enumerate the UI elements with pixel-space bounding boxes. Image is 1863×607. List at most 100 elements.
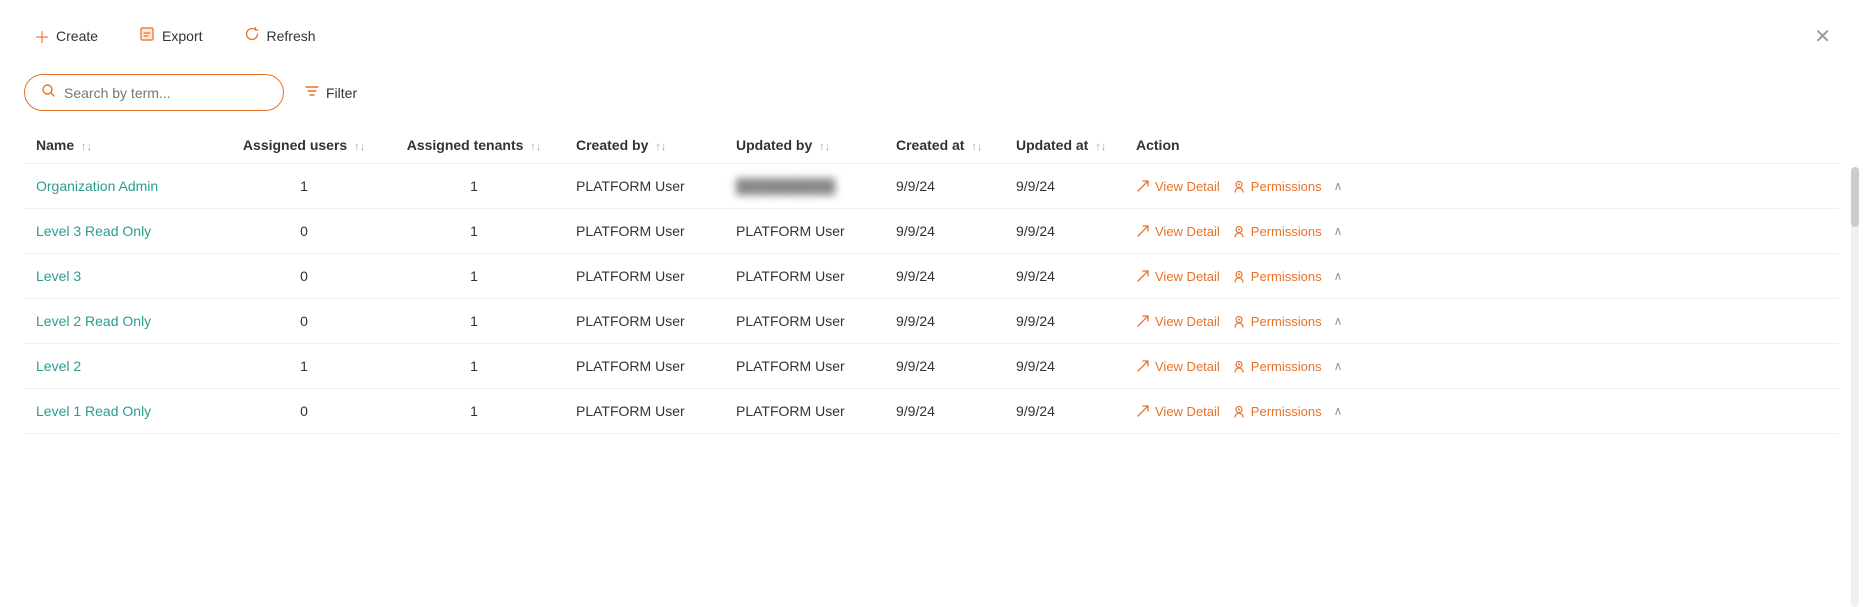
search-box bbox=[24, 74, 284, 111]
col-header-updatedby[interactable]: Updated by ↑↓ bbox=[724, 127, 884, 164]
sort-icon-name: ↑↓ bbox=[81, 141, 92, 153]
col-header-createdby[interactable]: Created by ↑↓ bbox=[564, 127, 724, 164]
filter-label: Filter bbox=[326, 85, 357, 101]
row-created-at: 9/9/24 bbox=[884, 299, 1004, 344]
row-created-at: 9/9/24 bbox=[884, 164, 1004, 209]
table-row: Level 301PLATFORM UserPLATFORM User9/9/2… bbox=[24, 254, 1839, 299]
chevron-up-icon: ∧ bbox=[1334, 179, 1343, 193]
action-cell: View Detail Permissions ∧ bbox=[1136, 404, 1827, 419]
row-action: View Detail Permissions ∧ bbox=[1124, 164, 1839, 209]
scrollbar-thumb[interactable] bbox=[1851, 167, 1859, 227]
col-header-tenants[interactable]: Assigned tenants ↑↓ bbox=[384, 127, 564, 164]
view-detail-button[interactable]: View Detail bbox=[1136, 404, 1220, 419]
row-updated-at: 9/9/24 bbox=[1004, 254, 1124, 299]
row-created-at: 9/9/24 bbox=[884, 344, 1004, 389]
sort-icon-createdby: ↑↓ bbox=[655, 141, 666, 153]
table-row: Organization Admin11PLATFORM User███████… bbox=[24, 164, 1839, 209]
row-updated-at: 9/9/24 bbox=[1004, 389, 1124, 434]
chevron-up-icon: ∧ bbox=[1334, 404, 1343, 418]
col-header-name[interactable]: Name ↑↓ bbox=[24, 127, 224, 164]
export-button[interactable]: Export bbox=[128, 19, 212, 54]
row-name[interactable]: Level 3 Read Only bbox=[24, 209, 224, 254]
row-updated-at: 9/9/24 bbox=[1004, 209, 1124, 254]
row-created-at: 9/9/24 bbox=[884, 389, 1004, 434]
row-name[interactable]: Level 2 Read Only bbox=[24, 299, 224, 344]
row-updated-by: PLATFORM User bbox=[724, 299, 884, 344]
view-detail-button[interactable]: View Detail bbox=[1136, 314, 1220, 329]
permissions-button[interactable]: Permissions bbox=[1232, 404, 1322, 419]
row-action: View Detail Permissions ∧ bbox=[1124, 209, 1839, 254]
action-cell: View Detail Permissions ∧ bbox=[1136, 269, 1827, 284]
col-header-action: Action bbox=[1124, 127, 1839, 164]
roles-table: Name ↑↓ Assigned users ↑↓ Assigned tenan… bbox=[24, 127, 1839, 434]
row-assigned-users: 1 bbox=[224, 344, 384, 389]
create-button[interactable]: ＋ Create bbox=[24, 18, 108, 54]
table-row: Level 2 Read Only01PLATFORM UserPLATFORM… bbox=[24, 299, 1839, 344]
view-detail-button[interactable]: View Detail bbox=[1136, 269, 1220, 284]
col-header-users[interactable]: Assigned users ↑↓ bbox=[224, 127, 384, 164]
table-row: Level 3 Read Only01PLATFORM UserPLATFORM… bbox=[24, 209, 1839, 254]
row-action: View Detail Permissions∧ bbox=[1124, 299, 1839, 344]
export-icon bbox=[138, 25, 156, 48]
row-created-by: PLATFORM User bbox=[564, 299, 724, 344]
row-assigned-tenants: 1 bbox=[384, 209, 564, 254]
row-created-by: PLATFORM User bbox=[564, 389, 724, 434]
col-header-createdat[interactable]: Created at ↑↓ bbox=[884, 127, 1004, 164]
action-cell: View Detail Permissions ∧ bbox=[1136, 179, 1827, 194]
view-detail-button[interactable]: View Detail bbox=[1136, 179, 1220, 194]
row-updated-by: PLATFORM User bbox=[724, 254, 884, 299]
row-assigned-tenants: 1 bbox=[384, 299, 564, 344]
chevron-up-icon: ∧ bbox=[1334, 359, 1343, 373]
permissions-button[interactable]: Permissions bbox=[1232, 224, 1322, 239]
row-name[interactable]: Organization Admin bbox=[24, 164, 224, 209]
row-updated-at: 9/9/24 bbox=[1004, 164, 1124, 209]
action-cell: View Detail Permissions ∧ bbox=[1136, 224, 1827, 239]
row-assigned-tenants: 1 bbox=[384, 164, 564, 209]
row-name[interactable]: Level 1 Read Only bbox=[24, 389, 224, 434]
row-assigned-users: 0 bbox=[224, 389, 384, 434]
row-created-at: 9/9/24 bbox=[884, 254, 1004, 299]
export-label: Export bbox=[162, 28, 202, 44]
chevron-up-icon: ∧ bbox=[1334, 224, 1343, 238]
row-updated-at: 9/9/24 bbox=[1004, 344, 1124, 389]
permissions-button[interactable]: Permissions bbox=[1232, 314, 1322, 329]
row-assigned-tenants: 1 bbox=[384, 254, 564, 299]
search-input[interactable] bbox=[64, 85, 267, 101]
row-created-by: PLATFORM User bbox=[564, 209, 724, 254]
row-created-by: PLATFORM User bbox=[564, 344, 724, 389]
permissions-button[interactable]: Permissions bbox=[1232, 269, 1322, 284]
create-label: Create bbox=[56, 28, 98, 44]
scrollbar-track[interactable] bbox=[1851, 167, 1859, 607]
permissions-button[interactable]: Permissions bbox=[1232, 179, 1322, 194]
row-updated-at: 9/9/24 bbox=[1004, 299, 1124, 344]
filter-icon bbox=[304, 83, 320, 102]
row-created-by: PLATFORM User bbox=[564, 164, 724, 209]
search-filter-row: Filter bbox=[0, 66, 1863, 127]
row-assigned-users: 0 bbox=[224, 209, 384, 254]
action-cell: View Detail Permissions ∧ bbox=[1136, 359, 1827, 374]
col-header-updatedat[interactable]: Updated at ↑↓ bbox=[1004, 127, 1124, 164]
sort-icon-createdat: ↑↓ bbox=[971, 141, 982, 153]
search-icon bbox=[41, 83, 56, 102]
sort-icon-users: ↑↓ bbox=[354, 141, 365, 153]
row-name[interactable]: Level 2 bbox=[24, 344, 224, 389]
toolbar: ＋ Create Export Refresh ✕ bbox=[0, 0, 1863, 66]
row-name[interactable]: Level 3 bbox=[24, 254, 224, 299]
chevron-up-icon: ∧ bbox=[1334, 269, 1343, 283]
sort-icon-tenants: ↑↓ bbox=[530, 141, 541, 153]
refresh-button[interactable]: Refresh bbox=[233, 19, 326, 54]
close-button[interactable]: ✕ bbox=[1806, 20, 1839, 53]
row-updated-by: PLATFORM User bbox=[724, 344, 884, 389]
permissions-button[interactable]: Permissions bbox=[1232, 359, 1322, 374]
view-detail-button[interactable]: View Detail bbox=[1136, 224, 1220, 239]
row-updated-by: PLATFORM User bbox=[724, 209, 884, 254]
plus-icon: ＋ bbox=[34, 24, 50, 48]
row-action: View Detail Permissions ∧ bbox=[1124, 254, 1839, 299]
row-assigned-tenants: 1 bbox=[384, 389, 564, 434]
row-assigned-tenants: 1 bbox=[384, 344, 564, 389]
refresh-label: Refresh bbox=[267, 28, 316, 44]
filter-button[interactable]: Filter bbox=[304, 83, 357, 102]
view-detail-button[interactable]: View Detail bbox=[1136, 359, 1220, 374]
row-assigned-users: 0 bbox=[224, 299, 384, 344]
table-container: Name ↑↓ Assigned users ↑↓ Assigned tenan… bbox=[0, 127, 1863, 434]
